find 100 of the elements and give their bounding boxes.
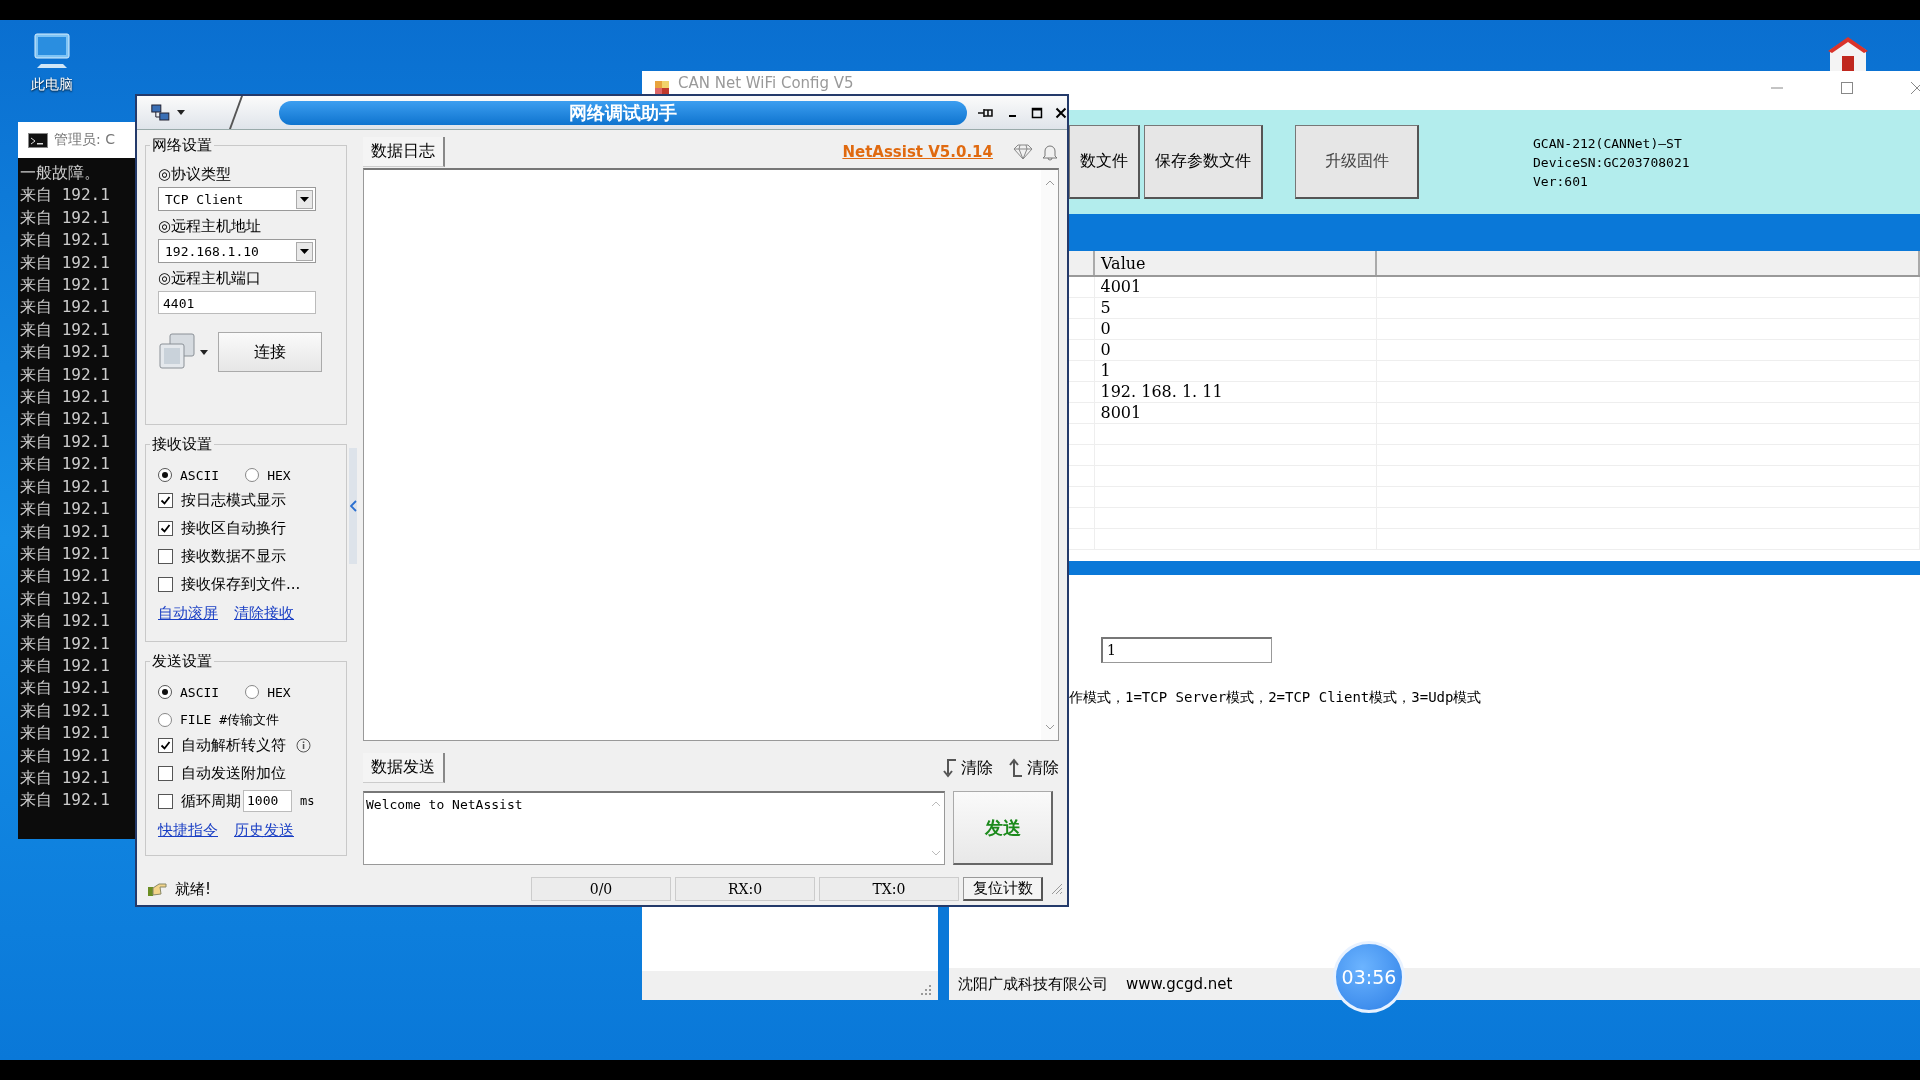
radio-button[interactable]: [245, 685, 260, 699]
console-line: 来自 192.1: [20, 699, 111, 722]
group-title: 接收设置: [151, 435, 213, 454]
checkbox-label: 自动发送附加位: [181, 763, 286, 783]
console-line: 来自 192.1: [20, 206, 111, 229]
network-icon[interactable]: [151, 103, 171, 122]
table-cell: 0: [1094, 318, 1376, 340]
scrollbar[interactable]: [1041, 170, 1058, 740]
app-icon: [654, 79, 670, 96]
console-line: 来自 192.1: [20, 453, 111, 476]
radio-label: HEX: [267, 684, 291, 700]
toolbar-button[interactable]: 升级固件: [1295, 125, 1419, 199]
console-line: 来自 192.1: [20, 184, 111, 207]
chevron-left-icon[interactable]: [349, 500, 357, 512]
console-line: 来自 192.1: [20, 542, 111, 565]
clear-button[interactable]: 清除: [1007, 757, 1059, 779]
device-info-line: GCAN-212(CANNet)—ST: [1533, 134, 1683, 153]
table-cell: 0: [1094, 339, 1376, 361]
diamond-icon[interactable]: [1013, 144, 1033, 160]
console-line: 来自 192.1: [20, 296, 111, 319]
terminal-icon: [28, 132, 48, 148]
close-icon[interactable]: [1055, 106, 1067, 119]
dropdown[interactable]: 192.168.1.10: [158, 239, 316, 263]
status-text: 沈阳广成科技有限公司: [958, 974, 1108, 994]
resize-grip-icon[interactable]: [1051, 883, 1063, 895]
radio-button[interactable]: [158, 685, 172, 699]
scroll-down-icon[interactable]: [1044, 724, 1055, 730]
caret-icon[interactable]: [200, 349, 208, 355]
desktop-icon-label[interactable]: 此电脑: [31, 76, 73, 94]
send-button[interactable]: 发送: [953, 791, 1053, 865]
checkbox[interactable]: [158, 793, 173, 809]
console-line: 来自 192.1: [20, 610, 111, 633]
link[interactable]: 自动滚屏: [158, 604, 218, 623]
console-line: 来自 192.1: [20, 408, 111, 431]
checkbox-label: 循环周期: [181, 791, 241, 811]
unit-label: ms: [300, 794, 315, 808]
period-input-field[interactable]: 1000: [243, 790, 292, 812]
checkbox[interactable]: [158, 576, 173, 592]
checkbox-label: 接收区自动换行: [181, 518, 286, 538]
dropdown[interactable]: TCP Client: [158, 187, 316, 211]
scroll-up-icon[interactable]: [1044, 180, 1055, 186]
link[interactable]: 清除接收: [234, 604, 294, 623]
tab[interactable]: 数据发送: [363, 753, 445, 783]
resize-grip-icon[interactable]: [920, 984, 932, 996]
console-line: 来自 192.1: [20, 498, 111, 521]
counter-cell: 0/0: [531, 877, 671, 901]
column-header: Value: [1094, 251, 1376, 276]
checkbox[interactable]: [158, 520, 173, 536]
send-text-area[interactable]: Welcome to NetAssist: [363, 791, 945, 865]
checkbox[interactable]: [158, 765, 173, 781]
checkbox[interactable]: [158, 492, 173, 508]
port-input-field[interactable]: 4401: [158, 291, 316, 314]
radio-button[interactable]: [245, 468, 260, 482]
mode-hint: 作模式，1=TCP Server模式，2=TCP Client模式，3=Udp模式: [1069, 689, 1483, 707]
maximize-icon[interactable]: [1031, 106, 1043, 119]
console-line: 来自 192.1: [20, 251, 111, 274]
group-title: 网络设置: [151, 136, 213, 155]
tab[interactable]: 数据日志: [363, 137, 445, 167]
caret-icon[interactable]: [177, 110, 185, 115]
checkbox[interactable]: [158, 737, 173, 753]
radio-button[interactable]: [158, 468, 172, 482]
console-line: 一般故障。: [20, 162, 101, 184]
toolbar-button[interactable]: 保存参数文件: [1144, 125, 1263, 199]
console-line: 来自 192.1: [20, 722, 111, 745]
group-title: 发送设置: [151, 652, 213, 671]
console-line: 来自 192.1: [20, 318, 111, 341]
computer-icon[interactable]: [31, 32, 73, 70]
radio-label: ASCII: [180, 684, 220, 700]
counter-cell: TX:0: [819, 877, 959, 901]
info-icon[interactable]: [296, 737, 311, 753]
table-cell: 8001: [1094, 402, 1376, 424]
console-line: 来自 192.1: [20, 654, 111, 677]
console-line: 来自 192.1: [20, 475, 111, 498]
checkbox[interactable]: [158, 548, 173, 564]
console-line: 来自 192.1: [20, 565, 111, 588]
send-text: Welcome to NetAssist: [365, 796, 523, 814]
field-label: ◎远程主机端口: [158, 269, 263, 288]
window-title: 网络调试助手: [568, 100, 677, 125]
collapse-handle[interactable]: [349, 448, 357, 564]
arrow-up-icon: [1007, 758, 1023, 778]
bell-icon[interactable]: [1041, 143, 1059, 161]
window-title: CAN Net WiFi Config V5: [678, 74, 854, 91]
table-cell: 4001: [1094, 276, 1376, 298]
table-cell: 5: [1094, 297, 1376, 319]
reset-count-button[interactable]: 复位计数: [963, 877, 1043, 901]
device-info-line: DeviceSN:GC203708021: [1533, 153, 1690, 172]
link[interactable]: 历史发送: [234, 821, 294, 840]
console-line: 来自 192.1: [20, 386, 111, 409]
mode-input-field[interactable]: 1: [1101, 637, 1272, 663]
counter-cell: RX:0: [675, 877, 815, 901]
radio-label: HEX: [267, 467, 291, 483]
connect-button[interactable]: 连接: [218, 332, 322, 372]
status-text: www.gcgd.net: [1126, 975, 1233, 993]
field-label: ◎协议类型: [158, 165, 233, 184]
link[interactable]: 快捷指令: [158, 821, 218, 840]
clear-button[interactable]: 清除: [941, 757, 993, 779]
checkbox-label: 接收数据不显示: [181, 546, 286, 566]
radio-button[interactable]: [158, 713, 172, 727]
toolbar-button[interactable]: 数文件: [1069, 125, 1140, 199]
checkbox-label: 自动解析转义符: [181, 735, 286, 755]
